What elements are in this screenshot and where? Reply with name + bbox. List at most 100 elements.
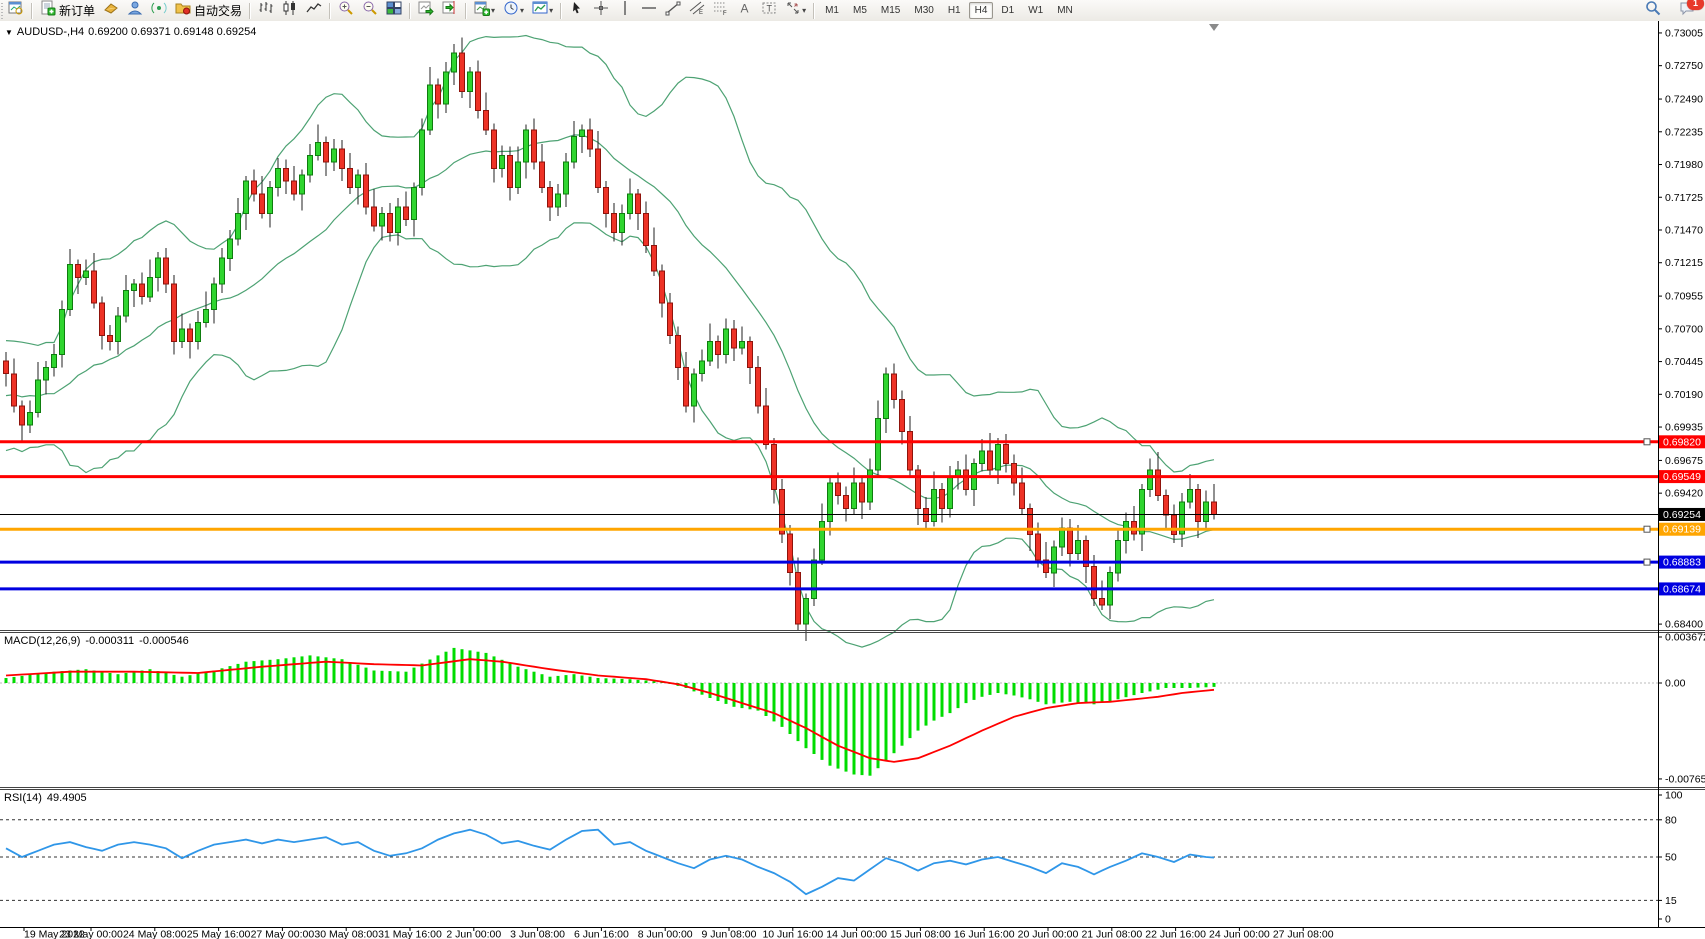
toolbar-separator: [249, 3, 251, 19]
toolbar-separator: [31, 3, 33, 19]
svg-text:F: F: [723, 11, 727, 16]
svg-text:0.70955: 0.70955: [1665, 291, 1703, 303]
vertical-line-tool-button[interactable]: [613, 0, 637, 21]
rsi-pane[interactable]: 1008050150: [0, 790, 1683, 926]
timeframe-w1-button[interactable]: W1: [1022, 2, 1049, 19]
autotrading-button[interactable]: 自动交易: [171, 0, 246, 21]
bars-icon: [258, 0, 274, 21]
svg-text:31 May 16:00: 31 May 16:00: [378, 929, 442, 939]
notifications-button[interactable]: 1: [1675, 0, 1699, 21]
chart-ohlc-values: 0.69200 0.69371 0.69148 0.69254: [88, 26, 256, 38]
neworder-icon: [40, 0, 56, 21]
zoom-out-button[interactable]: [358, 0, 382, 21]
toolbar-separator: [329, 3, 331, 19]
chart-shift-marker: [1209, 24, 1219, 31]
chart-title-overlay: ▼AUDUSD-,H40.69200 0.69371 0.69148 0.692…: [5, 26, 260, 38]
candlesticks: [4, 37, 1217, 640]
svg-text:0: 0: [1665, 914, 1671, 926]
chevron-down-icon[interactable]: ▾: [520, 6, 524, 15]
svg-text:0.70445: 0.70445: [1665, 356, 1703, 368]
timeframe-m1-button[interactable]: M1: [819, 2, 845, 19]
macd-name: MACD(12,26,9): [4, 635, 80, 647]
texta-icon: A: [737, 0, 753, 21]
candle-chart-mode-button[interactable]: [278, 0, 302, 21]
chartshift-icon: [442, 0, 458, 21]
svg-text:0.71470: 0.71470: [1665, 224, 1703, 236]
svg-text:80: 80: [1665, 814, 1677, 826]
svg-text:0.72490: 0.72490: [1665, 94, 1703, 106]
macd-indicator-label: MACD(12,26,9) -0.000311 -0.000546: [4, 635, 194, 647]
tile-windows-button[interactable]: [382, 0, 406, 21]
rsi-name: RSI(14): [4, 792, 42, 804]
hat-icon: [103, 0, 119, 21]
chevron-down-icon[interactable]: ▾: [549, 6, 553, 15]
svg-text:0.69420: 0.69420: [1665, 488, 1703, 500]
chevron-down-icon[interactable]: ▾: [802, 6, 806, 15]
time-axis[interactable]: 19 May 202223 May 00:0024 May 08:0025 Ma…: [24, 927, 1334, 939]
market-button[interactable]: [99, 0, 123, 21]
line-chart-mode-button[interactable]: [302, 0, 326, 21]
channel-icon: E: [689, 0, 705, 21]
svg-text:0.00: 0.00: [1665, 678, 1686, 690]
new-chart-button[interactable]: ▾: [470, 0, 499, 21]
equidistant-channel-tool-button[interactable]: E: [685, 0, 709, 21]
trend-icon: [665, 0, 681, 21]
timeframe-mn-button[interactable]: MN: [1051, 2, 1079, 19]
svg-text:0.70700: 0.70700: [1665, 323, 1703, 335]
svg-text:E: E: [699, 10, 703, 16]
zoom-in-button[interactable]: [334, 0, 358, 21]
community-button[interactable]: [123, 0, 147, 21]
svg-text:0.71980: 0.71980: [1665, 159, 1703, 171]
macd-pane[interactable]: 0.0036720.00-0.007656: [0, 631, 1705, 785]
notification-badge: 1: [1687, 0, 1704, 10]
chevron-down-icon[interactable]: ▼: [5, 28, 13, 37]
svg-text:16 Jun 16:00: 16 Jun 16:00: [954, 929, 1015, 939]
svg-text:100: 100: [1665, 790, 1683, 802]
macd-signal-value: -0.000546: [139, 635, 189, 647]
zoomin-icon: [338, 0, 354, 21]
svg-text:0.69549: 0.69549: [1663, 471, 1701, 483]
cursor-icon: [569, 0, 585, 21]
chart-shift-button[interactable]: [438, 0, 462, 21]
signals-button[interactable]: [147, 0, 171, 21]
search-button[interactable]: [1641, 0, 1665, 21]
svg-text:0.69935: 0.69935: [1665, 422, 1703, 434]
chart-canvas[interactable]: 0.730050.727500.724900.722350.719800.717…: [0, 21, 1705, 939]
text-label-tool-button[interactable]: T: [757, 0, 781, 21]
signal-icon: [151, 0, 167, 21]
timeframe-h4-button[interactable]: H4: [969, 2, 994, 19]
horizontal-line-tool-button[interactable]: [637, 0, 661, 21]
profiles-button[interactable]: ▾: [499, 0, 528, 21]
bar-chart-mode-button[interactable]: [254, 0, 278, 21]
arrows-tool-button[interactable]: ▾: [781, 0, 810, 21]
chevron-down-icon[interactable]: ▾: [491, 6, 495, 15]
macd-main-value: -0.000311: [85, 635, 134, 647]
text-tool-button[interactable]: A: [733, 0, 757, 21]
main-toolbar: 新订单 自动交易 ▾ ▾ ▾ E F AT ▾ M1M5M15M30H1H4D1W1MN 1: [0, 0, 1705, 22]
trendline-tool-button[interactable]: [661, 0, 685, 21]
cursor-tool-button[interactable]: [565, 0, 589, 21]
market-watch-button[interactable]: [4, 0, 28, 21]
svg-text:10 Jun 16:00: 10 Jun 16:00: [762, 929, 823, 939]
new-order-button[interactable]: 新订单: [36, 0, 99, 21]
timeframe-m5-button[interactable]: M5: [847, 2, 873, 19]
svg-text:23 May 00:00: 23 May 00:00: [59, 929, 123, 939]
crosshair-icon: [593, 0, 609, 21]
svg-text:15 Jun 08:00: 15 Jun 08:00: [890, 929, 951, 939]
timeframe-m15-button[interactable]: M15: [875, 2, 906, 19]
candles-icon: [282, 0, 298, 21]
toolbar-separator: [813, 3, 815, 19]
price-axis[interactable]: 0.730050.727500.724900.722350.719800.717…: [1658, 27, 1705, 630]
templates-button[interactable]: ▾: [528, 0, 557, 21]
timeframe-d1-button[interactable]: D1: [995, 2, 1020, 19]
timeframe-h1-button[interactable]: H1: [942, 2, 967, 19]
svg-text:0.68674: 0.68674: [1663, 583, 1701, 595]
svg-text:0.69254: 0.69254: [1663, 509, 1701, 521]
chart-window[interactable]: 0.730050.727500.724900.722350.719800.717…: [0, 21, 1705, 939]
hline-icon: [641, 0, 657, 21]
crosshair-tool-button[interactable]: [589, 0, 613, 21]
auto-scroll-button[interactable]: [414, 0, 438, 21]
timeframe-m30-button[interactable]: M30: [908, 2, 939, 19]
fibonacci-tool-button[interactable]: F: [709, 0, 733, 21]
svg-text:0.69675: 0.69675: [1665, 455, 1703, 467]
